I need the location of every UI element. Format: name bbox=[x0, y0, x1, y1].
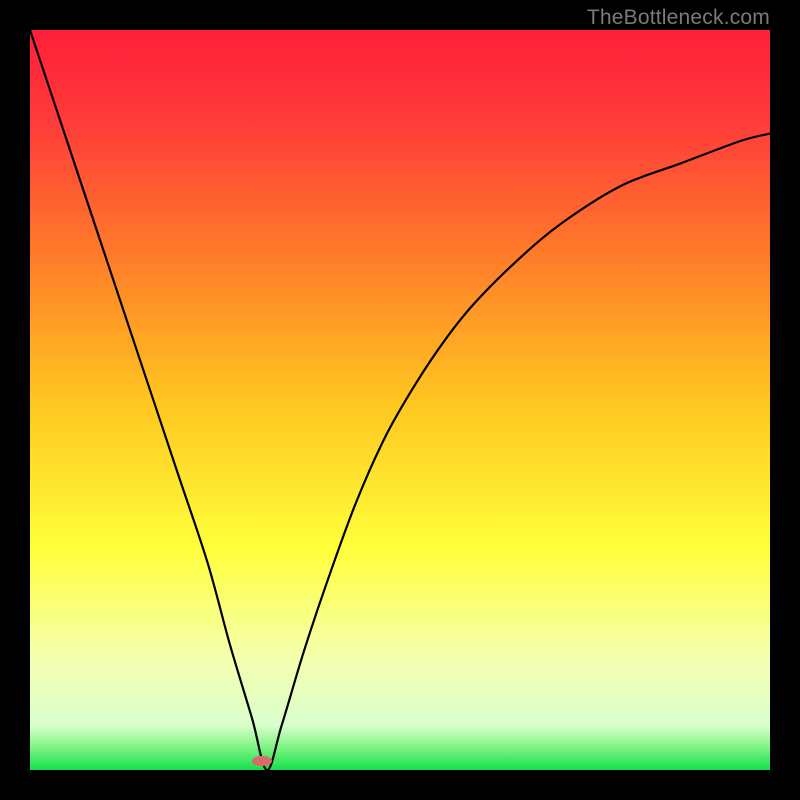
watermark-text: TheBottleneck.com bbox=[587, 6, 770, 30]
optimal-point-marker bbox=[252, 756, 272, 766]
chart-frame bbox=[30, 30, 770, 770]
chart-plot bbox=[30, 30, 770, 770]
gradient-rect bbox=[30, 30, 770, 770]
